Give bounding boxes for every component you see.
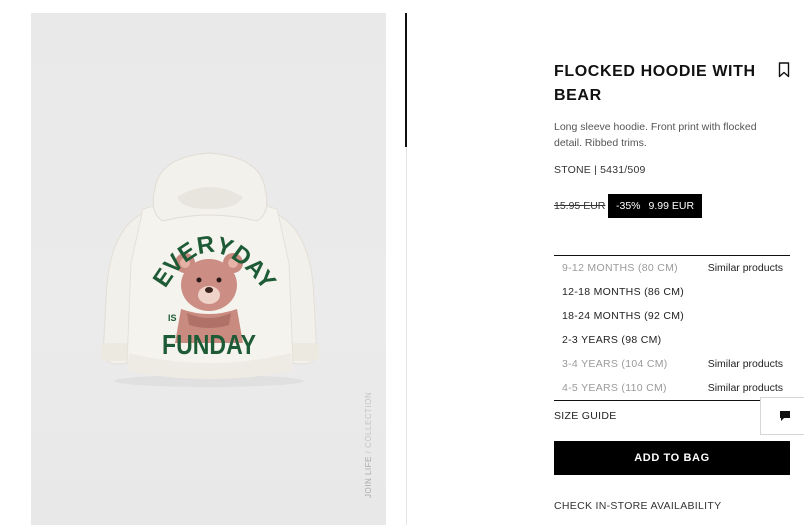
size-label: 12-18 MONTHS (86 CM)	[562, 286, 685, 298]
price-sale: 9.99 EUR	[648, 200, 695, 212]
similar-products-link[interactable]: Similar products	[708, 262, 783, 274]
size-label: 18-24 MONTHS (92 CM)	[562, 310, 685, 322]
check-store-availability-link[interactable]: CHECK IN-STORE AVAILABILITY	[554, 500, 721, 512]
size-label: 9-12 MONTHS (80 CM)	[562, 262, 678, 274]
product-title: FLOCKED HOODIE WITH BEAR	[554, 63, 756, 104]
image-scroll-thumb[interactable]	[405, 13, 407, 147]
product-info-panel: FLOCKED HOODIE WITH BEAR Long sleeve hoo…	[554, 0, 804, 525]
bookmark-icon[interactable]	[778, 62, 790, 78]
size-label: 3-4 YEARS (104 CM)	[562, 358, 668, 370]
size-option[interactable]: 12-18 MONTHS (86 CM)	[554, 280, 790, 304]
print-text-bottom: FUNDAY	[162, 329, 256, 360]
image-watermark: JOIN LIFE / COLLECTION	[364, 391, 373, 498]
size-option[interactable]: 2-3 YEARS (98 CM)	[554, 328, 790, 352]
product-image[interactable]: EVERYDAY IS FUNDAY JOIN LIFE / COLLECTIO…	[31, 13, 386, 525]
size-option[interactable]: 18-24 MONTHS (92 CM)	[554, 304, 790, 328]
divider	[554, 400, 790, 401]
hoodie-illustration: EVERYDAY IS FUNDAY	[101, 152, 319, 387]
size-label: 4-5 YEARS (110 CM)	[562, 382, 667, 394]
chat-button[interactable]	[760, 397, 804, 435]
product-reference: STONE | 5431/509	[554, 164, 646, 176]
price-original: 15.95 EUR	[554, 200, 606, 212]
print-text-small: IS	[168, 313, 177, 323]
product-description: Long sleeve hoodie. Front print with flo…	[554, 121, 757, 149]
chat-icon	[779, 411, 790, 421]
size-option[interactable]: 4-5 YEARS (110 CM) Similar products	[554, 376, 790, 400]
price-sale-badge: -35% 9.99 EUR	[608, 194, 703, 218]
similar-products-link[interactable]: Similar products	[708, 382, 783, 394]
discount-percent: -35%	[616, 200, 641, 212]
size-option[interactable]: 3-4 YEARS (104 CM) Similar products	[554, 352, 790, 376]
size-guide-link[interactable]: SIZE GUIDE	[554, 410, 617, 422]
size-label: 2-3 YEARS (98 CM)	[562, 334, 662, 346]
size-option[interactable]: 9-12 MONTHS (80 CM) Similar products	[554, 256, 790, 280]
similar-products-link[interactable]: Similar products	[708, 358, 783, 370]
add-to-bag-button[interactable]: ADD TO BAG	[554, 441, 790, 475]
size-list: 9-12 MONTHS (80 CM) Similar products 12-…	[554, 256, 790, 400]
